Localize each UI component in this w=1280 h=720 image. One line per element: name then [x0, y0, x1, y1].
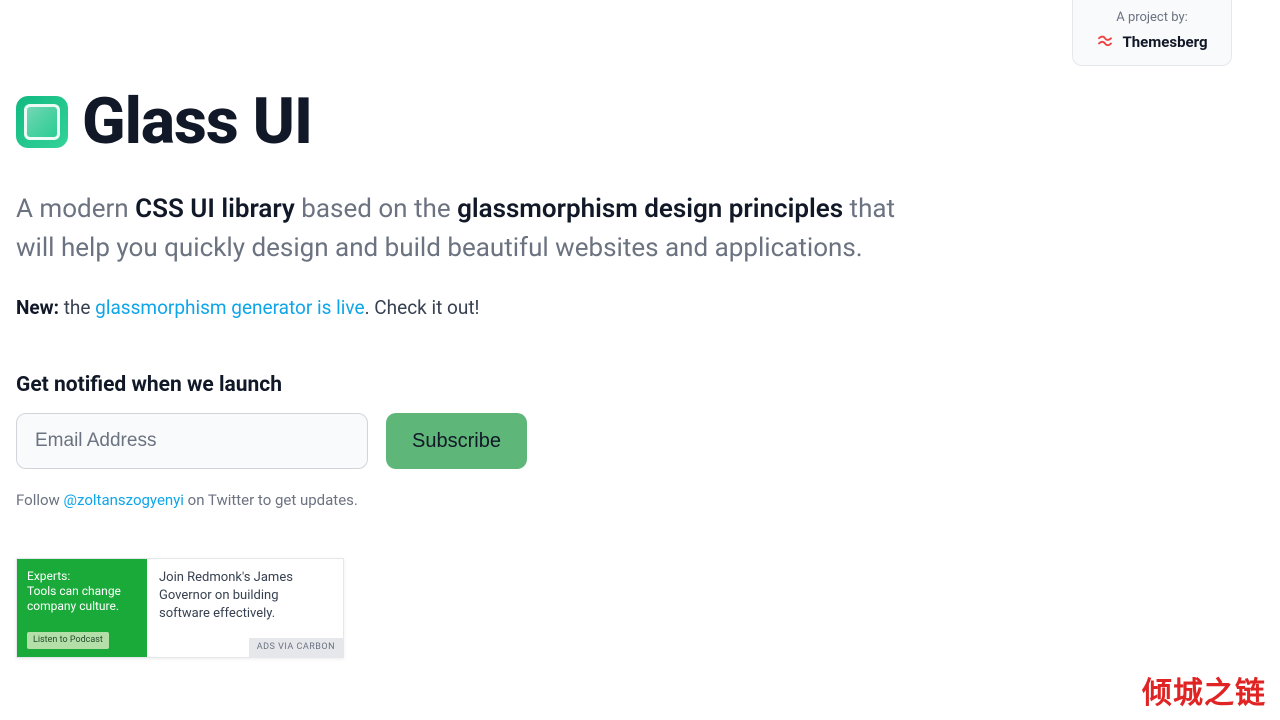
- project-badge-brand-text: Themesberg: [1122, 33, 1207, 51]
- project-badge-brand: Themesberg: [1091, 33, 1213, 51]
- ad-image-cta: Listen to Podcast: [27, 632, 109, 649]
- follow-suffix: on Twitter to get updates.: [184, 491, 358, 509]
- glassmorphism-generator-link[interactable]: glassmorphism generator is live: [95, 296, 364, 319]
- project-badge-label: A project by:: [1091, 10, 1213, 25]
- ad-image-headline: Experts: Tools can change company cultur…: [27, 569, 137, 614]
- tagline-mid: based on the: [295, 194, 457, 224]
- notify-heading: Get notified when we launch: [16, 373, 984, 397]
- watermark: 倾城之链: [1142, 668, 1266, 712]
- carbon-ad[interactable]: Experts: Tools can change company cultur…: [16, 558, 344, 658]
- glass-ui-logo-icon: [16, 96, 68, 148]
- follow-prefix: Follow: [16, 491, 64, 509]
- new-announcement: New: the glassmorphism generator is live…: [16, 296, 984, 319]
- twitter-handle-link[interactable]: @zoltanszogyenyi: [64, 491, 184, 509]
- tagline: A modern CSS UI library based on the gla…: [16, 190, 936, 268]
- new-before-link: the: [59, 296, 95, 319]
- themesberg-icon: [1096, 33, 1114, 51]
- ad-image: Experts: Tools can change company cultur…: [17, 559, 147, 657]
- ad-text: Join Redmonk's James Governor on buildin…: [159, 569, 331, 624]
- follow-line: Follow @zoltanszogyenyi on Twitter to ge…: [16, 491, 984, 509]
- brand-title: Glass UI: [82, 90, 312, 154]
- ad-via-label[interactable]: ADS VIA CARBON: [249, 638, 343, 657]
- project-badge[interactable]: A project by: Themesberg: [1072, 0, 1232, 66]
- new-label: New:: [16, 296, 59, 319]
- new-after-link: . Check it out!: [365, 296, 480, 319]
- brand-row: Glass UI: [16, 90, 984, 154]
- subscribe-form: Subscribe: [16, 413, 984, 469]
- tagline-strong-2: glassmorphism design principles: [457, 194, 843, 224]
- email-input[interactable]: [16, 413, 368, 469]
- tagline-strong-1: CSS UI library: [135, 194, 295, 224]
- main-content: Glass UI A modern CSS UI library based o…: [0, 0, 1000, 509]
- ad-content: Join Redmonk's James Governor on buildin…: [147, 559, 343, 657]
- subscribe-button[interactable]: Subscribe: [386, 413, 527, 469]
- tagline-prefix: A modern: [16, 194, 135, 224]
